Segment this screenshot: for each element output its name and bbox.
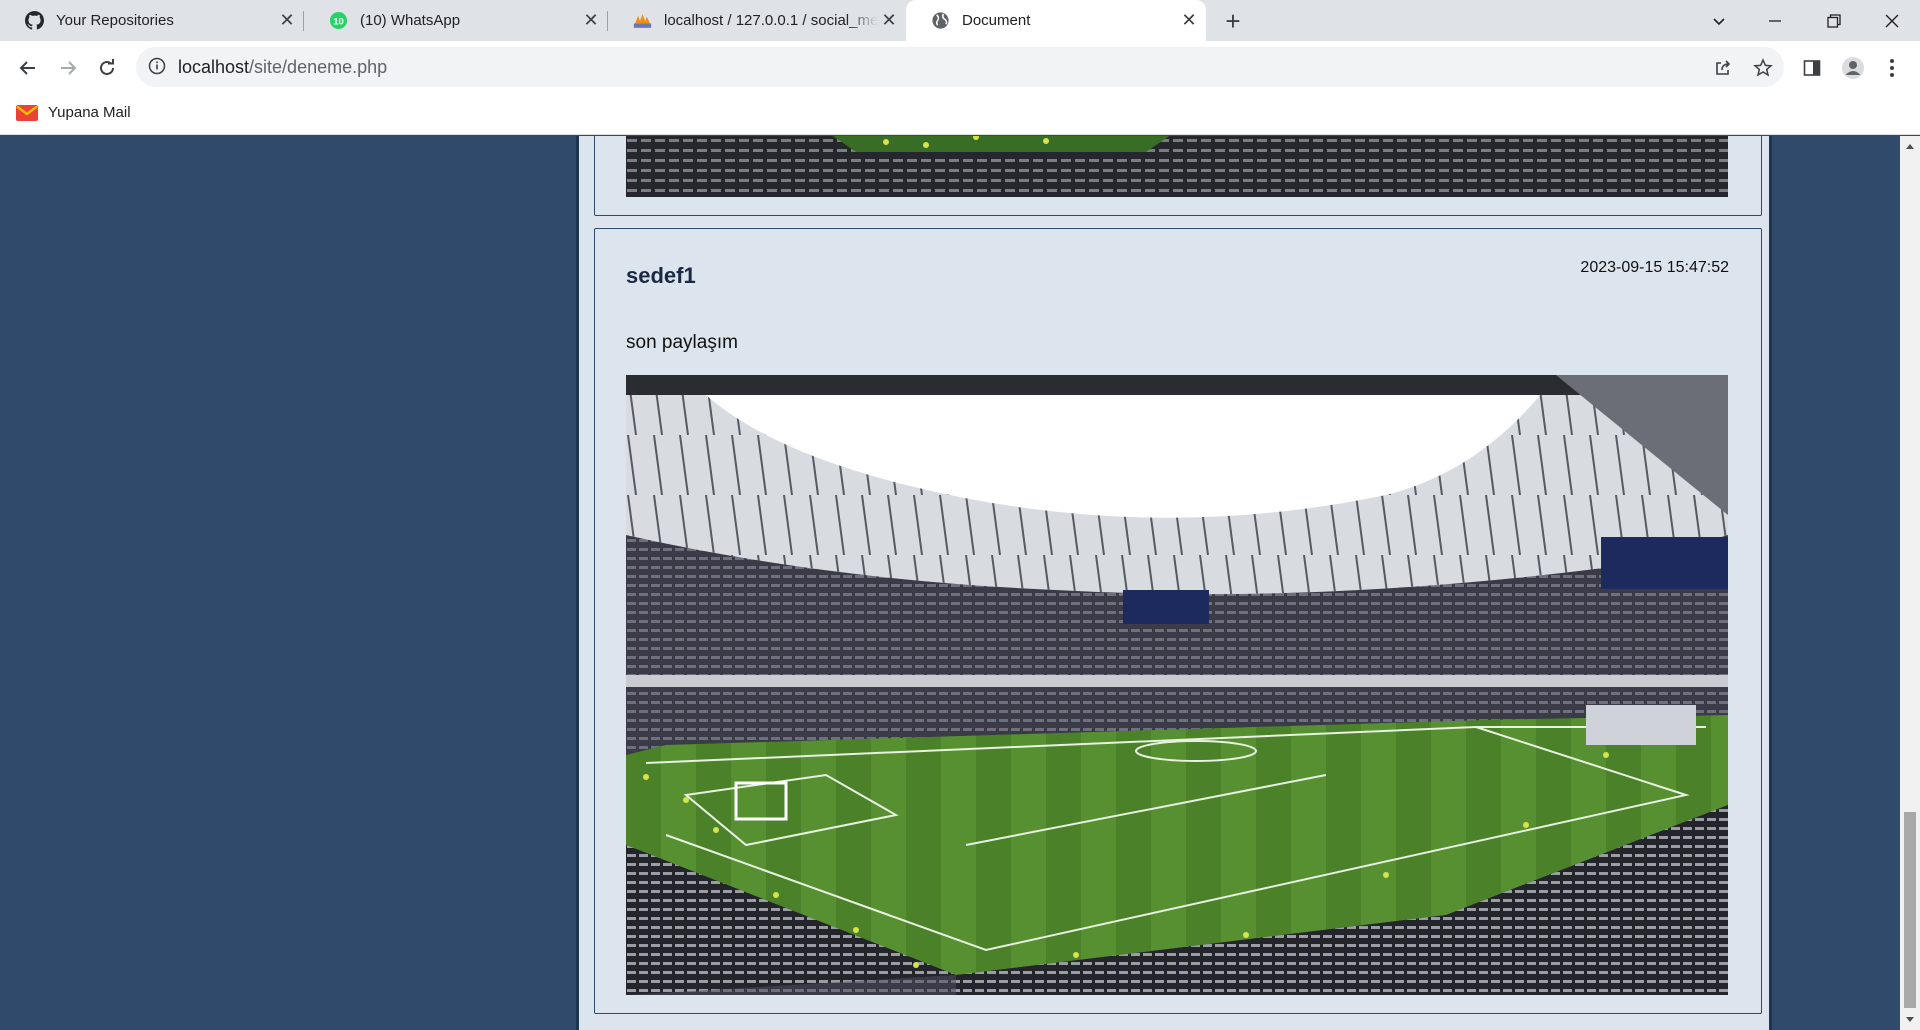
reload-button[interactable] [92, 53, 122, 83]
minimize-icon [1769, 19, 1781, 22]
new-tab-button[interactable]: + [1218, 6, 1248, 36]
tab-strip: Your Repositories ✕ 10 (10) WhatsApp ✕ l… [0, 0, 1920, 41]
share-icon[interactable] [1712, 57, 1734, 79]
post-card [594, 136, 1762, 216]
tab-document[interactable]: Document ✕ [906, 0, 1206, 41]
phpmyadmin-icon [633, 11, 652, 30]
tab-title: Your Repositories [56, 12, 174, 29]
chevron-down-icon [1713, 17, 1725, 25]
bookmark-star-icon[interactable] [1752, 57, 1774, 79]
post-timestamp: 2023-09-15 15:47:52 [1580, 259, 1729, 276]
tab-whatsapp[interactable]: 10 (10) WhatsApp ✕ [304, 0, 608, 41]
post-feed: sedef1 2023-09-15 15:47:52 son paylaşım [576, 136, 1772, 1030]
whatsapp-icon: 10 [329, 11, 348, 30]
page-scrollbar[interactable] [1900, 136, 1920, 1030]
close-tab-icon[interactable]: ✕ [276, 10, 298, 32]
tab-title: (10) WhatsApp [360, 12, 461, 29]
post-author[interactable]: sedef1 [626, 263, 696, 289]
minimize-button[interactable] [1747, 0, 1803, 41]
forward-button[interactable] [53, 53, 83, 83]
post-image [626, 136, 1728, 197]
post-image [626, 375, 1728, 995]
tab-search-button[interactable] [1691, 0, 1747, 41]
arrow-left-icon [19, 61, 35, 75]
post-card: sedef1 2023-09-15 15:47:52 son paylaşım [594, 228, 1762, 1014]
info-icon[interactable] [148, 57, 168, 77]
whatsapp-badge: 10 [333, 16, 344, 27]
arrow-right-icon [61, 61, 77, 75]
scroll-down-arrow-icon[interactable] [1900, 1012, 1920, 1028]
scrollbar-thumb[interactable] [1904, 812, 1916, 1008]
stadium-photo [626, 375, 1728, 995]
post-content: son paylaşım [626, 332, 738, 353]
restore-button[interactable] [1806, 0, 1862, 41]
close-tab-icon[interactable]: ✕ [580, 10, 602, 32]
restore-icon [1827, 13, 1841, 28]
close-icon [1885, 14, 1899, 27]
bookmark-yupana-mail[interactable]: Yupana Mail [16, 104, 131, 121]
close-window-button[interactable] [1864, 0, 1920, 41]
tab-your-repositories[interactable]: Your Repositories ✕ [0, 0, 304, 41]
tab-title: Document [962, 12, 1031, 29]
side-panel-icon[interactable] [1797, 53, 1827, 83]
url-path: /site/deneme.php [249, 57, 388, 77]
close-tab-icon[interactable]: ✕ [878, 10, 900, 32]
profile-avatar-icon[interactable] [1838, 53, 1868, 83]
url-host: localhost [178, 57, 250, 77]
bookmarks-bar: Yupana Mail [0, 95, 1920, 135]
scroll-up-arrow-icon[interactable] [1900, 138, 1920, 154]
github-icon [25, 11, 44, 30]
tab-phpmyadmin[interactable]: localhost / 127.0.0.1 / social_media ✕ [608, 0, 906, 41]
reload-icon [100, 59, 114, 75]
close-tab-icon[interactable]: ✕ [1178, 10, 1200, 32]
menu-kebab-icon[interactable] [1877, 53, 1907, 83]
browser-toolbar: localhost/site/deneme.php [0, 41, 1920, 95]
page-viewport: sedef1 2023-09-15 15:47:52 son paylaşım [0, 136, 1900, 1030]
bookmark-label: Yupana Mail [48, 104, 131, 121]
url-text: localhost/site/deneme.php [178, 57, 387, 78]
tab-title: localhost / 127.0.0.1 / social_media [664, 12, 878, 29]
back-button[interactable] [13, 53, 43, 83]
gmail-icon [16, 104, 38, 121]
address-bar[interactable]: localhost/site/deneme.php [136, 47, 1784, 87]
globe-icon [931, 11, 950, 30]
